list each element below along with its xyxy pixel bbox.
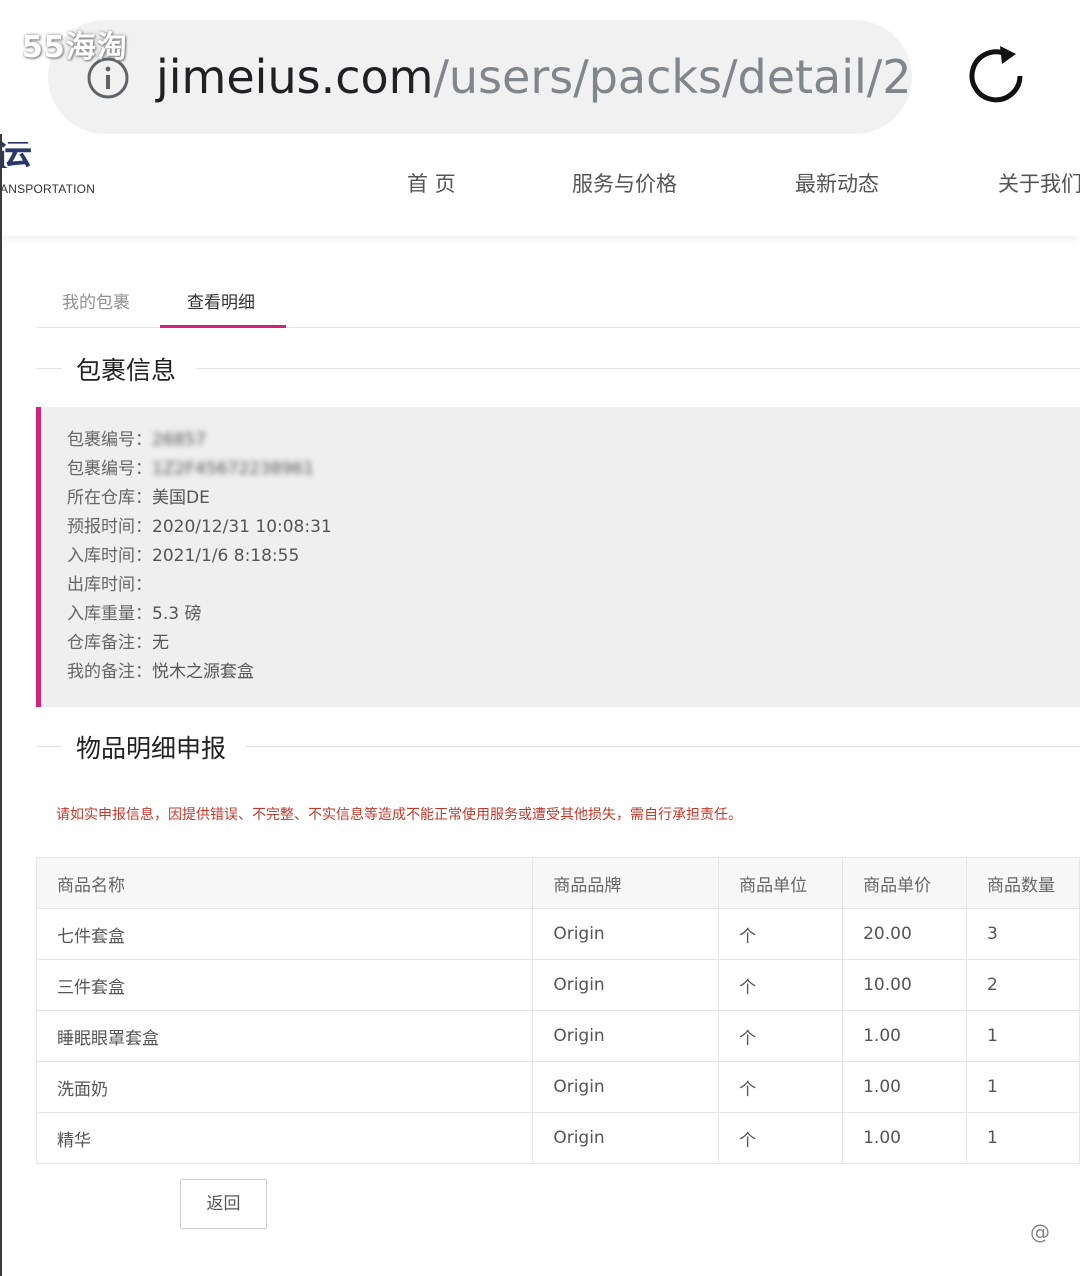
cell-quantity: 2 <box>966 959 1080 1011</box>
table-row: 睡眠眼罩套盒 Origin 个 1.00 1 <box>35 1010 1080 1062</box>
cell-quantity: 1 <box>966 1112 1080 1164</box>
package-id-value: 26857 <box>152 430 207 450</box>
cell-brand: Origin <box>532 959 720 1011</box>
col-header-quantity: 商品数量 <box>966 857 1080 909</box>
logo-subtitle: ANSPORTATION <box>0 182 96 196</box>
url-text[interactable]: jimeius.com/users/packs/detail/2 <box>156 46 912 108</box>
nav-services-pricing[interactable]: 服务与价格 <box>572 168 677 198</box>
info-row-warehouse-note: 仓库备注：无 <box>67 633 169 653</box>
cell-quantity: 1 <box>966 1061 1080 1113</box>
table-header-row: 商品名称 商品品牌 商品单位 商品单价 商品数量 <box>35 857 1080 909</box>
info-row-my-note: 我的备注：悦木之源套盒 <box>67 662 254 682</box>
watermark-logo: 55海淘 <box>22 30 128 65</box>
cell-quantity: 3 <box>966 908 1080 960</box>
info-row-package-id: 包裹编号：26857 <box>67 430 207 450</box>
cell-brand: Origin <box>532 1112 720 1164</box>
cell-price: 1.00 <box>842 1061 968 1113</box>
info-row-outbound-time: 出库时间： <box>67 575 152 595</box>
table-row: 三件套盒 Origin 个 10.00 2 <box>35 959 1080 1011</box>
cell-unit: 个 <box>718 959 844 1011</box>
col-header-unit: 商品单位 <box>718 857 844 909</box>
cell-name: 睡眠眼罩套盒 <box>35 1010 534 1062</box>
section-divider-right <box>246 746 1080 747</box>
nav-home[interactable]: 首 页 <box>407 168 456 198</box>
site-header: 运 ANSPORTATION 首 页 服务与价格 最新动态 关于我们 <box>0 134 1080 236</box>
tracking-number-value: 1Z2F45672238961 <box>152 459 315 479</box>
section-divider-left <box>36 746 62 747</box>
cell-unit: 个 <box>718 1010 844 1062</box>
back-button[interactable]: 返回 <box>180 1179 267 1229</box>
cell-brand: Origin <box>532 1061 720 1113</box>
info-row-forecast-time: 预报时间：2020/12/31 10:08:31 <box>67 517 332 537</box>
cell-name: 三件套盒 <box>35 959 534 1011</box>
info-row-warehouse: 所在仓库：美国DE <box>67 488 210 508</box>
nav-news[interactable]: 最新动态 <box>795 168 879 198</box>
info-row-inbound-time: 入库时间：2021/1/6 8:18:55 <box>67 546 300 566</box>
cell-unit: 个 <box>718 908 844 960</box>
declaration-warning: 请如实申报信息，因提供错误、不完整、不实信息等造成不能正常使用服务或遭受其他损失… <box>56 807 742 823</box>
active-tab-indicator <box>160 325 286 328</box>
cell-price: 10.00 <box>842 959 968 1011</box>
info-row-tracking-number: 包裹编号：1Z2F45672238961 <box>67 459 315 479</box>
cell-unit: 个 <box>718 1061 844 1113</box>
tab-view-details[interactable]: 查看明细 <box>187 288 255 313</box>
reload-icon[interactable] <box>960 40 1032 112</box>
cell-name: 七件套盒 <box>35 908 534 960</box>
section-divider-left <box>36 368 62 369</box>
logo[interactable]: 运 <box>0 142 32 168</box>
col-header-brand: 商品品牌 <box>532 857 720 909</box>
tab-my-packages[interactable]: 我的包裹 <box>62 288 130 313</box>
cell-price: 20.00 <box>842 908 968 960</box>
table-row: 七件套盒 Origin 个 20.00 3 <box>35 908 1080 960</box>
package-info-title: 包裹信息 <box>76 356 177 385</box>
cell-name: 洗面奶 <box>35 1061 534 1113</box>
items-declaration-title: 物品明细申报 <box>76 734 227 763</box>
section-divider-right <box>196 368 1080 369</box>
cell-unit: 个 <box>718 1112 844 1164</box>
cell-quantity: 1 <box>966 1010 1080 1062</box>
package-info-panel: 包裹编号：26857 包裹编号：1Z2F45672238961 所在仓库：美国D… <box>36 407 1080 707</box>
watermark-at: @ <box>1030 1220 1050 1244</box>
col-header-price: 商品单价 <box>842 857 968 909</box>
nav-about[interactable]: 关于我们 <box>998 168 1080 198</box>
items-table: 商品名称 商品品牌 商品单位 商品单价 商品数量 七件套盒 Origin 个 2… <box>35 857 1080 1164</box>
page-edge-divider <box>0 134 2 1276</box>
cell-brand: Origin <box>532 1010 720 1062</box>
cell-name: 精华 <box>35 1112 534 1164</box>
cell-price: 1.00 <box>842 1112 968 1164</box>
cell-price: 1.00 <box>842 1010 968 1062</box>
url-domain: jimeius.com <box>156 50 434 104</box>
table-row: 洗面奶 Origin 个 1.00 1 <box>35 1061 1080 1113</box>
info-row-weight: 入库重量：5.3 磅 <box>67 604 202 624</box>
table-row: 精华 Origin 个 1.00 1 <box>35 1112 1080 1164</box>
url-path: /users/packs/detail/2 <box>433 50 912 104</box>
col-header-name: 商品名称 <box>35 857 534 909</box>
cell-brand: Origin <box>532 908 720 960</box>
